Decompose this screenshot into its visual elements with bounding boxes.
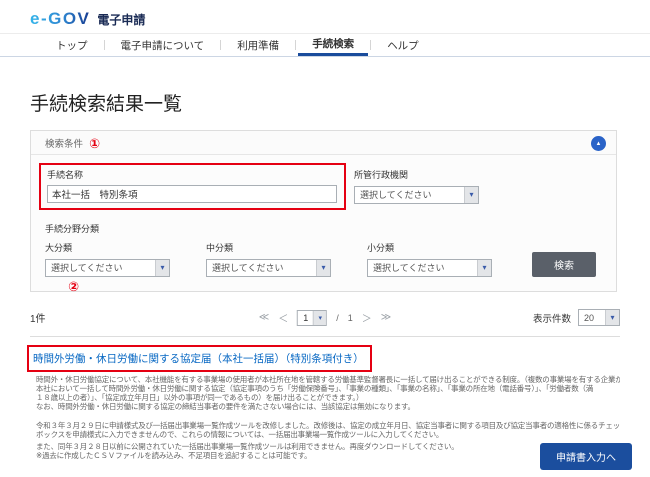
- annotation-box-result-title: 時間外労働・休日労働に関する協定届（本社一括届）（特別条項付き）: [27, 344, 372, 372]
- chevron-down-icon: ▾: [155, 259, 169, 276]
- panel-collapse-button[interactable]: ▲: [591, 136, 606, 151]
- nav-item-about[interactable]: 電子申請について: [107, 34, 219, 56]
- description-line: また、同年３月２８日以前に公開されていた一括届出事業場一覧作成ツールは利用できま…: [36, 441, 459, 451]
- agency-select-value: 選択してください: [360, 190, 432, 200]
- description-line: 時間外・休日労働協定について、本社機能を有する事業場の使用者が本社所在地を管轄す…: [36, 374, 620, 384]
- large-category-select-value: 選択してください: [51, 263, 123, 273]
- agency-field: 所管行政機関 選択してください ▾: [354, 163, 479, 204]
- results-toolbar: 1件 ≪ ＜ 1 ▾ / 1 ＞ ≫ 表示件数 20 ▾: [30, 308, 620, 328]
- per-page-control: 表示件数 20 ▾: [533, 309, 620, 326]
- per-page-select-value: 20: [584, 312, 595, 323]
- description-line: ボックスを申請様式に入力できませんので、これらの情報については、一括届出事業場一…: [36, 429, 444, 439]
- nav-divider: [370, 40, 372, 50]
- result-description-3: また、同年３月２８日以前に公開されていた一括届出事業場一覧作成ツールは利用できま…: [36, 442, 532, 460]
- small-category-select[interactable]: 選択してください ▾: [367, 258, 492, 277]
- search-conditions-title: 検索条件: [45, 139, 84, 150]
- egov-logo: e-GOV 電子申請: [30, 9, 650, 29]
- egov-logo-text: e-GOV: [30, 9, 91, 28]
- annotation-circle-2: ②: [68, 279, 80, 294]
- medium-category-label: 中分類: [206, 243, 234, 253]
- annotation-circle-1: ①: [89, 135, 101, 151]
- description-line: なお、時間外労働・休日労働に関する協定の締結当事者の要件を満たさない場合には、当…: [36, 401, 415, 411]
- description-line: １８歳以上の者）」、「協定成立年月日」以外の事項が同一であるもの）を届け出ること…: [36, 392, 364, 402]
- pagination-separator: /: [336, 312, 339, 323]
- search-conditions-panel: 検索条件 ① ▲ 手続名称 所管行政機関 選択してください ▾ 手続分野分類 大…: [30, 130, 617, 292]
- large-category-field: 大分類 選択してください ▾: [45, 241, 170, 277]
- nav-item-procedure-search[interactable]: 手続検索: [298, 34, 369, 56]
- description-line: 令和３年３月２９日に申請様式及び一括届出事業場一覧作成ツールを改修しました。改修…: [36, 420, 620, 430]
- nav-item-top[interactable]: トップ: [42, 34, 102, 56]
- chevron-down-icon: ▾: [477, 259, 491, 276]
- chevron-up-icon: ▲: [595, 140, 602, 147]
- per-page-select[interactable]: 20 ▾: [578, 309, 620, 326]
- agency-select[interactable]: 選択してください ▾: [354, 185, 479, 204]
- main-nav: トップ 電子申請について 利用準備 手続検索 ヘルプ: [0, 33, 650, 57]
- pagination-next-button[interactable]: ＞: [362, 310, 372, 325]
- chevron-down-icon: ▾: [464, 186, 478, 203]
- procedure-name-input[interactable]: [47, 185, 337, 203]
- description-line: ※過去に作成したＣＳＶファイルを読み込み、不足項目を追記することは可能です。: [36, 450, 312, 460]
- medium-category-select-value: 選択してください: [212, 263, 284, 273]
- nav-item-help[interactable]: ヘルプ: [373, 34, 433, 56]
- agency-label: 所管行政機関: [354, 170, 409, 180]
- pagination-prev-button[interactable]: ＜: [278, 310, 288, 325]
- small-category-label: 小分類: [367, 243, 395, 253]
- search-button[interactable]: 検索: [532, 251, 596, 277]
- small-category-select-value: 選択してください: [373, 263, 445, 273]
- pagination-page-select[interactable]: 1 ▾: [297, 309, 328, 326]
- search-conditions-body: 手続名称 所管行政機関 選択してください ▾ 手続分野分類 大分類 選択してくだ…: [31, 155, 616, 291]
- search-conditions-header: 検索条件 ① ▲: [31, 131, 616, 155]
- procedure-name-label: 手続名称: [47, 170, 84, 180]
- egov-logo-suffix: 電子申請: [97, 13, 146, 27]
- apply-button[interactable]: 申請書入力へ: [540, 442, 632, 470]
- annotation-box-procedure-name: 手続名称: [39, 163, 346, 210]
- nav-divider: [220, 40, 222, 50]
- small-category-field: 小分類 選択してください ▾: [367, 241, 492, 277]
- medium-category-field: 中分類 選択してください ▾: [206, 241, 331, 277]
- results-divider-top: [30, 335, 620, 337]
- result-item: 時間外労働・休日労働に関する協定届（本社一括届）（特別条項付き） 時間外・休日労…: [27, 344, 632, 470]
- result-description-2: 令和３年３月２９日に申請様式及び一括届出事業場一覧作成ツールを改修しました。改修…: [36, 421, 620, 439]
- pagination-last-button[interactable]: ≫: [381, 312, 391, 323]
- per-page-label: 表示件数: [532, 313, 571, 325]
- large-category-label: 大分類: [45, 243, 73, 253]
- chevron-down-icon: ▾: [316, 259, 330, 276]
- pagination-total-pages: 1: [347, 312, 353, 323]
- chevron-down-icon: ▾: [313, 310, 327, 325]
- result-description-1: 時間外・休日労働協定について、本社機能を有する事業場の使用者が本社所在地を管轄す…: [36, 375, 620, 411]
- chevron-down-icon: ▾: [605, 310, 619, 325]
- large-category-select[interactable]: 選択してください ▾: [45, 258, 170, 277]
- pagination-first-button[interactable]: ≪: [259, 312, 269, 323]
- description-line: 本社において一括して時間外労働・休日労働に関する協定（協定事項のうち「労働保険番…: [36, 383, 594, 393]
- page-title: 手続検索結果一覧: [30, 94, 183, 115]
- pagination-current-page: 1: [303, 312, 309, 323]
- pagination-top: ≪ ＜ 1 ▾ / 1 ＞ ≫: [259, 309, 391, 326]
- medium-category-select[interactable]: 選択してください ▾: [206, 258, 331, 277]
- nav-item-preparation[interactable]: 利用準備: [223, 34, 293, 56]
- nav-divider: [103, 40, 105, 50]
- result-count: 1件: [30, 314, 46, 325]
- app-header: e-GOV 電子申請: [0, 0, 650, 33]
- nav-divider: [295, 40, 297, 50]
- category-section-label: 手続分野分類: [45, 224, 100, 234]
- result-title-link[interactable]: 時間外労働・休日労働に関する協定届（本社一括届）（特別条項付き）: [33, 353, 364, 365]
